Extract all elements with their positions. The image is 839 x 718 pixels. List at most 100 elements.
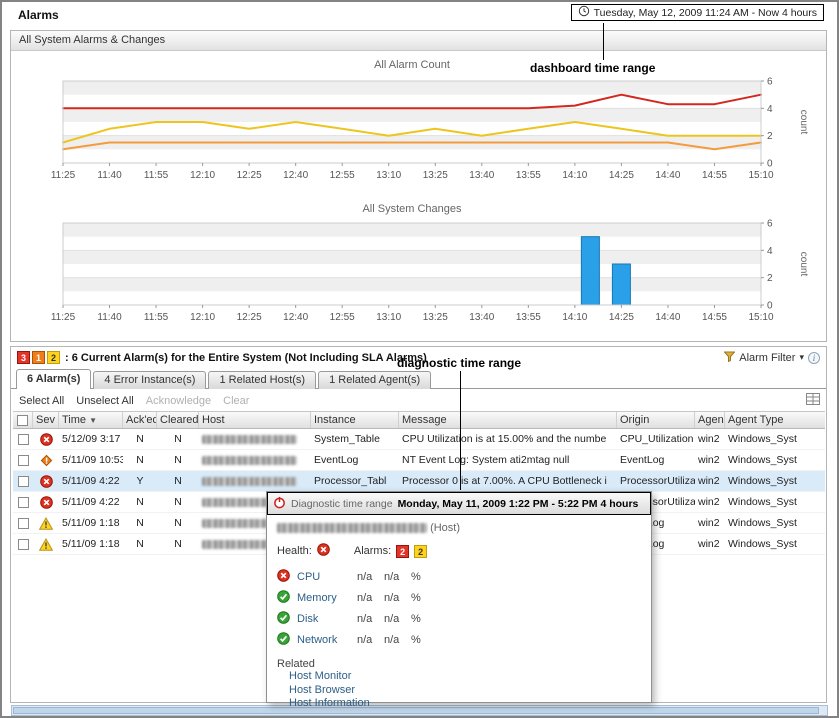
fatal-health-icon — [317, 543, 330, 559]
row-checkbox[interactable] — [18, 518, 29, 529]
row-checkbox[interactable] — [18, 455, 29, 466]
redacted-host-name — [277, 523, 427, 533]
metric-name[interactable]: Network — [297, 634, 357, 646]
metric-value: n/a — [357, 634, 384, 646]
col-agent-type[interactable]: Agent Type — [725, 412, 825, 428]
col-time[interactable]: Time ▼ — [59, 412, 123, 428]
select-all-button[interactable]: Select All — [19, 395, 64, 407]
tab-related-hosts[interactable]: 1 Related Host(s) — [208, 371, 316, 389]
row-checkbox[interactable] — [18, 476, 29, 487]
metric-unit: % — [411, 634, 421, 646]
svg-text:12:25: 12:25 — [237, 312, 262, 323]
metric-name[interactable]: Memory — [297, 592, 357, 604]
alarm-count-chart[interactable]: 11:2511:4011:5512:1012:2512:4012:5513:10… — [11, 77, 827, 189]
alarm-filter-button[interactable]: Alarm Filter ▾ i — [724, 351, 820, 365]
svg-text:15:10: 15:10 — [748, 170, 773, 181]
alarm-toolbar: Select All Unselect All Acknowledge Clea… — [19, 393, 249, 409]
col-message[interactable]: Message — [399, 412, 617, 428]
severity-icon — [39, 517, 53, 529]
alarms-dashboard: Alarms Tuesday, May 12, 2009 11:24 AM - … — [0, 0, 839, 718]
svg-text:13:55: 13:55 — [516, 170, 541, 181]
metric-row: CPUn/an/a% — [277, 566, 641, 587]
svg-text:14:25: 14:25 — [609, 170, 634, 181]
system-changes-chart[interactable]: 11:2511:4011:5512:1012:2512:4012:5513:10… — [11, 219, 827, 331]
col-sev[interactable]: Sev — [33, 412, 59, 428]
related-link[interactable]: Host Information — [289, 697, 641, 711]
tooltip-metrics: CPUn/an/a%Memoryn/an/a%Diskn/an/a%Networ… — [277, 566, 641, 650]
tab-error-instances[interactable]: 4 Error Instance(s) — [93, 371, 206, 389]
svg-text:12:40: 12:40 — [283, 170, 308, 181]
table-row[interactable]: 5/11/09 4:22 PYNProcessor_TablProcessor … — [13, 471, 825, 492]
table-row[interactable]: 5/11/09 10:53NNEventLogNT Event Log: Sys… — [13, 450, 825, 471]
svg-text:6: 6 — [767, 77, 773, 88]
severity-icon — [40, 496, 53, 508]
sort-desc-icon: ▼ — [89, 416, 97, 425]
svg-text:14:25: 14:25 — [609, 312, 634, 323]
svg-text:0: 0 — [767, 301, 773, 312]
svg-text:11:55: 11:55 — [144, 170, 169, 181]
tab-alarms[interactable]: 6 Alarm(s) — [16, 369, 91, 389]
clear-button[interactable]: Clear — [223, 395, 249, 407]
svg-text:12:10: 12:10 — [190, 312, 215, 323]
svg-text:14:10: 14:10 — [562, 312, 587, 323]
alarms-label: Alarms: — [354, 545, 391, 557]
svg-text:12:10: 12:10 — [190, 170, 215, 181]
col-instance[interactable]: Instance — [311, 412, 399, 428]
fatal-count-badge: 3 — [17, 351, 30, 364]
svg-text:11:25: 11:25 — [51, 170, 76, 181]
customize-columns-icon[interactable] — [806, 393, 820, 408]
col-origin[interactable]: Origin — [617, 412, 695, 428]
related-link[interactable]: Host Monitor — [289, 670, 641, 684]
tooltip-health-line: Health: Alarms: 2 2 — [277, 543, 641, 559]
metric-value: n/a — [384, 634, 411, 646]
svg-text:4: 4 — [767, 246, 773, 257]
info-icon[interactable]: i — [808, 352, 820, 364]
dashboard-time-range-selector[interactable]: Tuesday, May 12, 2009 11:24 AM - Now 4 h… — [571, 4, 824, 21]
diagnostic-time-range-header[interactable]: Diagnostic time range Monday, May 11, 20… — [267, 492, 651, 515]
metric-unit: % — [411, 613, 421, 625]
svg-text:11:55: 11:55 — [144, 312, 169, 323]
acknowledge-button[interactable]: Acknowledge — [146, 395, 211, 407]
select-all-checkbox[interactable] — [17, 415, 28, 426]
page-title: Alarms — [18, 8, 59, 22]
metric-value: n/a — [357, 571, 384, 583]
col-host[interactable]: Host — [199, 412, 311, 428]
alarm-count-chart-title: All Alarm Count — [11, 59, 813, 71]
row-checkbox[interactable] — [18, 539, 29, 550]
table-row[interactable]: 5/12/09 3:17 PNNSystem_TableCPU Utilizat… — [13, 429, 825, 450]
table-header: Sev Time ▼ Ack'ed Cleared Host Instance … — [13, 411, 825, 429]
alarms-list-panel: 3 1 2 : 6 Current Alarm(s) for the Entir… — [10, 346, 827, 703]
svg-text:13:40: 13:40 — [469, 170, 494, 181]
tab-related-agents[interactable]: 1 Related Agent(s) — [318, 371, 431, 389]
metric-name[interactable]: Disk — [297, 613, 357, 625]
tab-bar: 6 Alarm(s) 4 Error Instance(s) 1 Related… — [16, 369, 433, 389]
svg-text:12:40: 12:40 — [283, 312, 308, 323]
svg-text:14:55: 14:55 — [702, 170, 727, 181]
col-agent[interactable]: Agen — [695, 412, 725, 428]
metric-value: n/a — [384, 571, 411, 583]
normal-status-icon — [277, 611, 290, 627]
col-cleared[interactable]: Cleared — [157, 412, 199, 428]
svg-text:14:40: 14:40 — [655, 312, 680, 323]
related-label: Related — [277, 658, 641, 670]
redacted-host — [202, 429, 297, 449]
warning-count-badge: 2 — [47, 351, 60, 364]
clock-icon — [578, 5, 590, 20]
svg-text:2: 2 — [767, 131, 773, 142]
svg-text:11:40: 11:40 — [97, 312, 122, 323]
related-link[interactable]: Host Browser — [289, 684, 641, 698]
related-links: Host MonitorHost BrowserHost Information — [277, 670, 641, 711]
metric-row: Memoryn/an/a% — [277, 587, 641, 608]
row-checkbox[interactable] — [18, 497, 29, 508]
svg-text:12:55: 12:55 — [330, 312, 355, 323]
unselect-all-button[interactable]: Unselect All — [76, 395, 133, 407]
system-changes-chart-title: All System Changes — [11, 203, 813, 215]
svg-text:count: count — [798, 252, 809, 277]
svg-text:13:25: 13:25 — [423, 312, 448, 323]
col-acked[interactable]: Ack'ed — [123, 412, 157, 428]
fatal-status-icon — [277, 569, 290, 585]
metric-name[interactable]: CPU — [297, 571, 357, 583]
metric-row: Networkn/an/a% — [277, 629, 641, 650]
row-checkbox[interactable] — [18, 434, 29, 445]
redacted-host[interactable] — [202, 471, 297, 491]
